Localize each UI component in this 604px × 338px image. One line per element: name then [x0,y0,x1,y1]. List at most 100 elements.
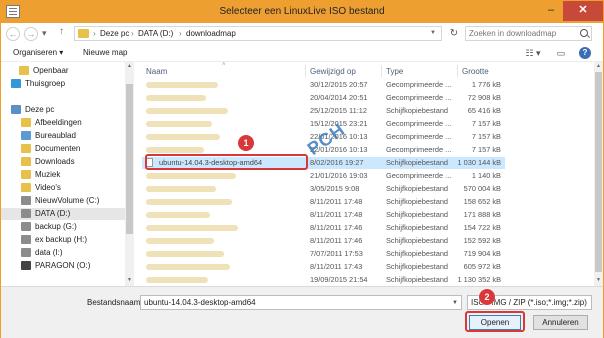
sidebar-item[interactable]: DATA (D:) [1,208,125,220]
column-divider[interactable] [305,65,306,77]
file-row[interactable]: 30/12/2015 20:57 Gecomprimeerde ... 1 776 … [142,79,505,91]
column-header-size[interactable]: Grootte [462,67,489,76]
minimize-button[interactable]: – [539,1,563,21]
music-folder-icon [21,170,31,179]
forward-button[interactable]: → [24,27,38,41]
sidebar-item[interactable]: NieuwVolume (C:) [1,195,125,207]
sidebar-item-label: data (I:) [35,248,63,257]
file-size: 719 904 kB [463,249,501,258]
scrollbar-thumb[interactable] [126,84,133,234]
drive-icon [21,209,31,218]
file-date: 8/11/2011 17:46 [310,236,363,245]
selected-file-highlight [145,154,308,170]
blurred-file-name [146,277,208,283]
sidebar-item[interactable]: Downloads [1,156,125,168]
file-type: Gecomprimeerde ... [386,132,452,141]
back-button[interactable]: ← [6,27,20,41]
drive-icon [21,222,31,231]
sidebar-item-label: Muziek [35,170,61,179]
step-badge-2: 2 [479,289,495,305]
sidebar-item[interactable]: ex backup (H:) [1,234,125,246]
scroll-down-icon[interactable]: ▼ [594,277,603,285]
column-divider[interactable] [381,65,382,77]
breadcrumb-separator-icon: › [179,29,182,38]
address-dropdown-icon[interactable]: ▼ [430,30,436,36]
file-size: 570 004 kB [463,184,501,193]
sidebar-item[interactable]: backup (G:) [1,221,125,233]
column-header-type[interactable]: Type [386,67,403,76]
sidebar-item[interactable]: data (I:) [1,247,125,259]
sidebar-item[interactable]: Video's [1,182,125,194]
breadcrumb-data-d[interactable]: DATA (D:) [138,29,173,38]
column-header-date[interactable]: Gewijzigd op [310,67,356,76]
scroll-up-icon[interactable]: ▲ [594,63,603,71]
search-box[interactable] [465,26,592,41]
title-bar[interactable]: Selecteer een LinuxLive ISO bestand – ✕ [1,1,603,23]
recent-locations-chevron-icon[interactable]: ▾ [42,28,47,39]
help-icon[interactable]: ? [579,47,591,59]
file-row[interactable]: 3/05/2015 9:08 Schijfkopiebestand 570 004 … [142,183,505,195]
drive-icon [21,196,31,205]
scroll-down-icon[interactable]: ▼ [125,277,134,285]
sidebar-item[interactable]: Openbaar [1,65,125,77]
close-button[interactable]: ✕ [563,1,603,21]
pictures-folder-icon [21,118,31,127]
sidebar-item[interactable]: Muziek [1,169,125,181]
file-row[interactable]: 8/11/2011 17:43 Schijfkopiebestand 605 972… [142,261,505,273]
breadcrumb-deze-pc[interactable]: Deze pc [100,29,129,38]
file-row[interactable]: 8/11/2011 17:46 Schijfkopiebestand 152 592… [142,235,505,247]
file-type: Schijfkopiebestand [386,275,449,284]
scroll-up-icon[interactable]: ▲ [125,63,134,71]
sidebar-item[interactable]: PARAGON (O:) [1,260,125,272]
file-type: Gecomprimeerde ... [386,145,452,154]
preview-pane-icon[interactable]: ▭ [554,47,568,59]
scrollbar-thumb[interactable] [595,72,602,272]
sidebar-item-label: backup (G:) [35,222,77,231]
file-date: 19/09/2015 21:54 [310,275,368,284]
file-row[interactable]: 8/11/2011 17:48 Schijfkopiebestand 171 888… [142,209,505,221]
sidebar-item[interactable]: Documenten [1,143,125,155]
file-date: 8/02/2016 19:27 [310,158,364,167]
drive-icon [21,248,31,257]
sidebar-item[interactable]: Deze pc [1,104,125,116]
navigation-pane-scrollbar[interactable]: ▲ ▼ [125,62,134,286]
cancel-button[interactable]: Annuleren [533,315,588,330]
search-icon[interactable] [580,29,588,37]
file-date: 8/11/2011 17:48 [310,197,363,206]
column-header-name[interactable]: Naam [146,67,167,76]
file-row[interactable]: 25/12/2015 11:12 Schijfkopiebestand 65 416… [142,105,505,117]
breadcrumb-downloadmap[interactable]: downloadmap [186,29,236,38]
file-row[interactable]: 20/04/2014 20:51 Gecomprimeerde ... 72 908… [142,92,505,104]
filename-dropdown-icon[interactable]: ▼ [452,300,458,306]
file-list-scrollbar[interactable]: ▲ ▼ [594,62,603,286]
file-row[interactable]: 8/11/2011 17:48 Schijfkopiebestand 158 652… [142,196,505,208]
search-input[interactable] [466,27,582,40]
column-divider[interactable] [457,65,458,77]
sidebar-item[interactable]: Thuisgroep [1,78,125,90]
file-date: 8/11/2011 17:48 [310,210,363,219]
up-button[interactable]: ↑ [59,26,64,37]
file-row[interactable]: 8/11/2011 17:46 Schijfkopiebestand 154 722… [142,222,505,234]
file-date: 21/01/2016 19:03 [310,171,368,180]
file-row[interactable]: 7/07/2011 17:53 Schijfkopiebestand 719 904… [142,248,505,260]
file-size: 65 416 kB [467,106,501,115]
organize-menu-button[interactable]: Organiseren ▾ [13,48,63,57]
filename-input[interactable] [140,295,462,310]
refresh-button[interactable]: ↻ [445,26,463,41]
sidebar-item[interactable]: Bureaublad [1,130,125,142]
blurred-file-name [146,121,212,127]
new-folder-button[interactable]: Nieuwe map [83,48,127,57]
file-size: 7 157 kB [471,145,501,154]
command-toolbar: Organiseren ▾ Nieuwe map ☷ ▾ ▭ ? [1,45,603,62]
file-type: Gecomprimeerde ... [386,93,452,102]
sidebar-item-label: Video's [35,183,61,192]
file-row[interactable]: 19/09/2015 21:54 Schijfkopiebestand 1 130 … [142,274,505,286]
view-menu-icon[interactable]: ☷ ▾ [520,47,546,59]
homegroup-icon [11,79,21,88]
file-type: Schijfkopiebestand [386,158,449,167]
file-size: 605 972 kB [463,262,501,271]
address-bar[interactable]: › Deze pc › DATA (D:) › downloadmap ▼ [74,26,442,41]
sidebar-item[interactable]: Afbeeldingen [1,117,125,129]
file-size: 1 776 kB [471,80,501,89]
file-row[interactable]: 21/01/2016 19:03 Gecomprimeerde ... 1 140 … [142,170,505,182]
